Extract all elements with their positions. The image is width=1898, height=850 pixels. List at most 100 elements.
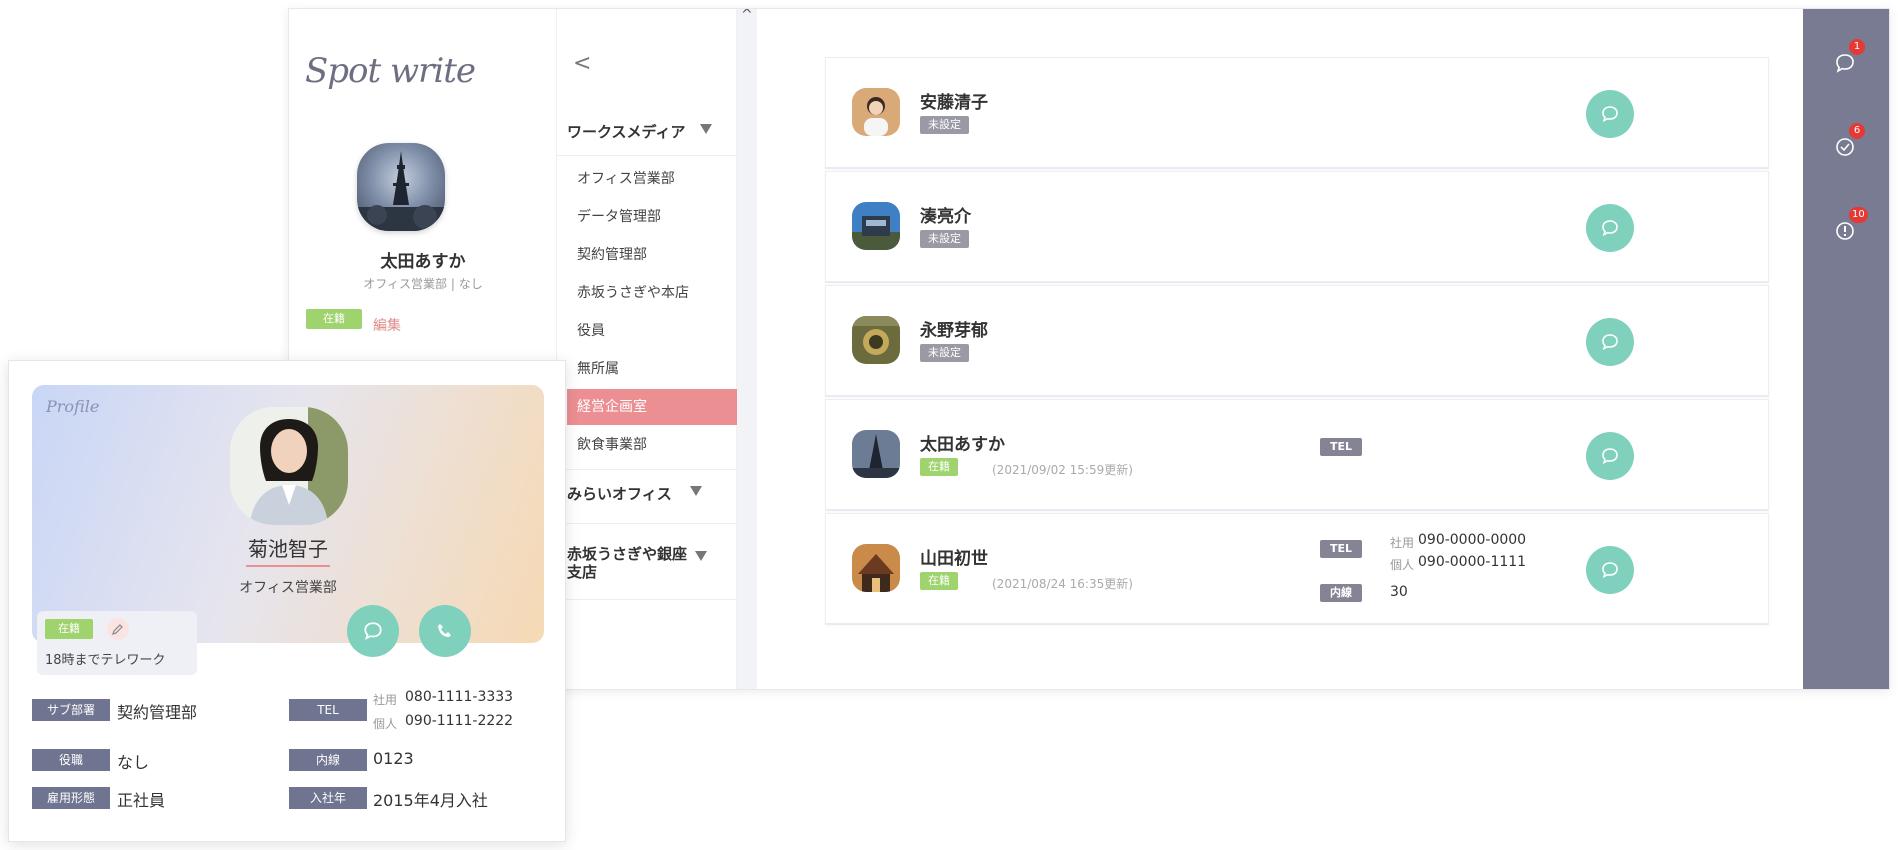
employment-value: 正社員 bbox=[117, 791, 166, 810]
extension-tag: 内線 bbox=[1320, 584, 1362, 602]
profile-chat-button[interactable] bbox=[347, 605, 399, 657]
my-avatar[interactable] bbox=[357, 143, 445, 231]
tasks-rail-button[interactable]: 6 bbox=[1833, 123, 1865, 159]
phone-icon bbox=[438, 624, 451, 637]
chat-bubble-icon bbox=[1602, 562, 1618, 579]
dept-group-label: みらいオフィス bbox=[567, 485, 672, 503]
my-status-badge[interactable]: 在籍 bbox=[306, 309, 362, 329]
chat-button[interactable] bbox=[1586, 90, 1634, 138]
alert-icon bbox=[1836, 222, 1854, 240]
member-name: 太田あすか bbox=[920, 435, 1005, 455]
profile-script-label: Profile bbox=[46, 397, 100, 416]
chat-button[interactable] bbox=[1586, 204, 1634, 252]
status-panel: 在籍 18時までテレワーク bbox=[37, 611, 197, 675]
member-avatar bbox=[852, 544, 900, 592]
profile-avatar bbox=[230, 407, 348, 525]
chat-button[interactable] bbox=[1586, 546, 1634, 594]
divider bbox=[557, 523, 737, 524]
edit-link[interactable]: 編集 bbox=[373, 315, 401, 335]
tel-company-label: 社用 bbox=[373, 693, 398, 707]
extension-number: 30 bbox=[1390, 584, 1408, 600]
status-badge: 未設定 bbox=[920, 230, 969, 248]
edit-status-button[interactable] bbox=[107, 618, 129, 640]
status-badge[interactable]: 在籍 bbox=[45, 619, 93, 639]
scrollbar[interactable]: ^ bbox=[737, 9, 757, 689]
dept-group-akasaka-ginza[interactable]: 赤坂うさぎや銀座 支店 bbox=[567, 545, 708, 581]
member-list: 安藤清子 未設定 湊亮介 未設定 永野芽郁 未設定 太田あすか 在籍 (2021… bbox=[825, 57, 1769, 627]
triangle-down-icon bbox=[699, 124, 712, 134]
dept-group-label-line2: 支店 bbox=[567, 563, 598, 581]
dept-item-food-business[interactable]: 飲食事業部 bbox=[557, 427, 737, 463]
tel-company-number[interactable]: 090-0000-0000 bbox=[1418, 532, 1526, 548]
divider bbox=[557, 599, 737, 600]
dept-group-mirai-office[interactable]: みらいオフィス bbox=[567, 483, 702, 504]
triangle-down-icon bbox=[689, 486, 702, 496]
status-badge: 在籍 bbox=[920, 458, 958, 476]
member-name: 永野芽郁 bbox=[920, 321, 988, 341]
dept-item-data-mgmt[interactable]: データ管理部 bbox=[557, 199, 737, 235]
divider bbox=[557, 155, 737, 156]
dept-item-corporate-planning[interactable]: 経営企画室 bbox=[567, 389, 737, 425]
dept-item-akasaka-honten[interactable]: 赤坂うさぎや本店 bbox=[557, 275, 737, 311]
messages-rail-button[interactable]: 1 bbox=[1833, 39, 1865, 75]
chat-button[interactable] bbox=[1586, 432, 1634, 480]
member-row[interactable]: 太田あすか 在籍 (2021/09/02 15:59更新) TEL bbox=[825, 399, 1769, 511]
tel-personal-number[interactable]: 090-1111-2222 bbox=[405, 713, 513, 729]
tel-tag: TEL bbox=[1320, 438, 1363, 456]
dept-group-label: 赤坂うさぎや銀座 bbox=[567, 545, 688, 563]
dept-item-unassigned[interactable]: 無所属 bbox=[557, 351, 737, 387]
member-row[interactable]: 湊亮介 未設定 bbox=[825, 171, 1769, 283]
tel-personal-label: 個人 bbox=[373, 717, 398, 731]
chat-bubble-icon bbox=[1602, 220, 1618, 237]
my-subtitle: オフィス営業部 | なし bbox=[363, 277, 483, 291]
extension-tag: 内線 bbox=[289, 749, 367, 771]
profile-hero: Profile 菊池智子 オフィス営業部 bbox=[32, 385, 544, 643]
updated-timestamp: (2021/09/02 15:59更新) bbox=[992, 463, 1133, 477]
member-avatar bbox=[852, 430, 900, 478]
notification-count: 6 bbox=[1849, 123, 1865, 139]
scroll-up-arrow-icon[interactable]: ^ bbox=[741, 9, 753, 23]
tel-tag: TEL bbox=[1320, 540, 1363, 558]
dept-group-label: ワークスメディア bbox=[567, 123, 686, 141]
chat-button[interactable] bbox=[1586, 318, 1634, 366]
status-badge: 未設定 bbox=[920, 116, 969, 134]
dept-item-executives[interactable]: 役員 bbox=[557, 313, 737, 349]
member-row[interactable]: 安藤清子 未設定 bbox=[825, 57, 1769, 169]
profile-card: Profile 菊池智子 オフィス営業部 在籍 18時までテレワーク サブ部署 … bbox=[8, 360, 566, 842]
joined-value: 2015年4月入社 bbox=[373, 791, 488, 810]
dept-group-worksmedia[interactable]: ワークスメディア bbox=[567, 121, 712, 142]
status-note: 18時までテレワーク bbox=[45, 653, 166, 668]
notification-rail: 1 6 10 bbox=[1803, 9, 1889, 689]
member-name: 山田初世 bbox=[920, 549, 988, 569]
tel-personal-label: 個人 bbox=[1390, 558, 1415, 572]
member-name: 湊亮介 bbox=[920, 207, 971, 227]
alerts-rail-button[interactable]: 10 bbox=[1833, 207, 1868, 243]
member-name: 安藤清子 bbox=[920, 93, 988, 113]
member-avatar bbox=[852, 88, 900, 136]
name-underline bbox=[246, 565, 330, 567]
triangle-down-icon bbox=[695, 551, 708, 561]
tel-tag: TEL bbox=[289, 699, 367, 721]
my-name: 太田あすか bbox=[380, 252, 466, 272]
dept-item-contract-mgmt[interactable]: 契約管理部 bbox=[557, 237, 737, 273]
status-badge: 在籍 bbox=[920, 572, 958, 590]
member-row[interactable]: 永野芽郁 未設定 bbox=[825, 285, 1769, 397]
notification-count: 10 bbox=[1849, 207, 1868, 223]
dept-item-office-sales[interactable]: オフィス営業部 bbox=[557, 161, 737, 197]
chat-bubble-icon bbox=[364, 622, 382, 640]
member-avatar bbox=[852, 202, 900, 250]
pencil-icon bbox=[112, 624, 123, 635]
profile-call-button[interactable] bbox=[419, 605, 471, 657]
tel-company-label: 社用 bbox=[1390, 536, 1415, 550]
back-button[interactable]: < bbox=[573, 51, 591, 76]
tel-personal-number[interactable]: 090-0000-1111 bbox=[1418, 554, 1526, 570]
brand-logo: Spot write bbox=[305, 51, 476, 91]
joined-tag: 入社年 bbox=[289, 787, 367, 809]
sub-dept-value: 契約管理部 bbox=[117, 703, 198, 722]
member-row[interactable]: 山田初世 在籍 (2021/08/24 16:35更新) TEL 社用 090-… bbox=[825, 513, 1769, 625]
chat-icon bbox=[1836, 54, 1854, 73]
notification-count: 1 bbox=[1849, 39, 1865, 55]
position-tag: 役職 bbox=[32, 749, 110, 771]
chat-bubble-icon bbox=[1602, 106, 1618, 123]
tel-company-number[interactable]: 080-1111-3333 bbox=[405, 689, 513, 705]
